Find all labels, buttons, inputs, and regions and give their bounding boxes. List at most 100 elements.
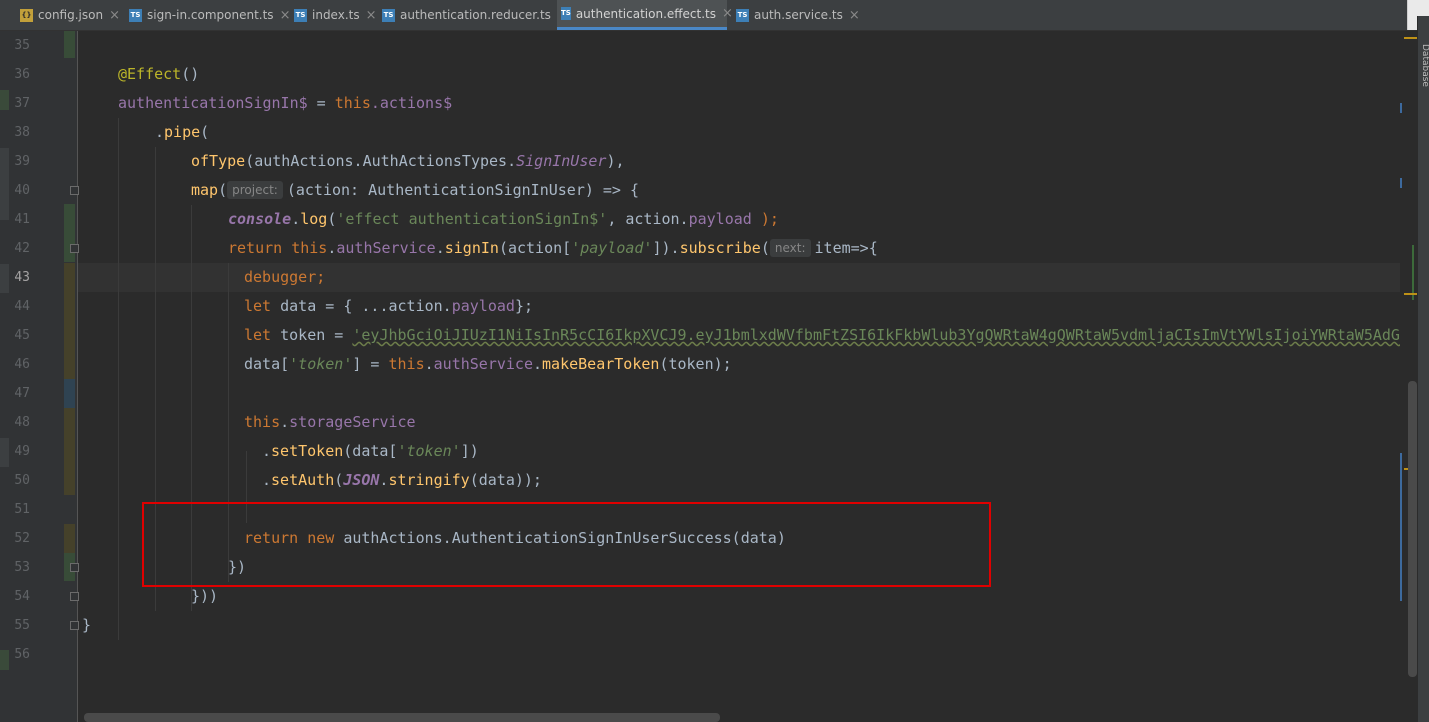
code-token: pipe: [164, 123, 201, 141]
tab-label: sign-in.component.ts: [147, 8, 274, 22]
code-token: (action[: [498, 239, 572, 257]
stripe-marker[interactable]: [1412, 245, 1414, 300]
code-token: this: [291, 239, 328, 257]
parameter-hint: next:: [769, 239, 811, 257]
tab-authentication-effect[interactable]: TS authentication.effect.ts ×: [557, 0, 733, 30]
code-line-39: ofType(authActions.AuthActionsTypes.Sign…: [191, 147, 625, 176]
code-token: subscribe: [679, 239, 761, 257]
stripe-marker[interactable]: [1400, 589, 1402, 601]
line-number: 42: [14, 241, 30, 256]
line-number: 36: [14, 67, 30, 82]
typescript-file-icon: TS: [129, 8, 142, 22]
line-number: 48: [14, 415, 30, 430]
code-token: .: [280, 413, 290, 431]
code-token: map: [191, 181, 219, 199]
code-token: 'payload': [571, 239, 653, 257]
close-icon[interactable]: ×: [849, 8, 860, 23]
code-token: .: [435, 239, 445, 257]
code-line-36: @Effect(): [118, 60, 199, 89]
code-line-49: .setToken(data['token']): [262, 437, 479, 466]
editor-tab-bar: {} config.json × TS sign-in.component.ts…: [0, 0, 1429, 31]
code-token: ]).: [652, 239, 680, 257]
line-number: 50: [14, 473, 30, 488]
code-token: }: [82, 616, 92, 634]
code-token: storageService: [289, 413, 416, 431]
line-number: 47: [14, 386, 30, 401]
code-token: (: [200, 123, 210, 141]
code-token: .: [262, 442, 272, 460]
json-file-icon: {}: [20, 8, 33, 22]
code-line-41: console.log('effect authenticationSignIn…: [228, 205, 779, 234]
code-line-42: return this.authService.signIn(action['p…: [228, 234, 878, 263]
warning-stripe-marker[interactable]: [1404, 37, 1418, 39]
code-token: let: [244, 297, 281, 315]
code-token: (: [218, 181, 228, 199]
code-token: );: [751, 210, 779, 228]
typescript-file-icon: TS: [736, 8, 749, 22]
line-number: 55: [14, 618, 30, 633]
vcs-change-marker: [64, 379, 75, 408]
stripe-marker[interactable]: [1400, 103, 1402, 113]
code-token: setAuth: [271, 471, 335, 489]
close-icon[interactable]: ×: [366, 8, 377, 23]
line-number: 52: [14, 531, 30, 546]
code-token: stringify: [388, 471, 470, 489]
code-token: signIn: [444, 239, 499, 257]
code-token: JSON: [343, 471, 380, 489]
code-token: ),: [606, 152, 625, 170]
stripe-marker[interactable]: [1400, 453, 1402, 593]
code-token: (authActions.AuthActionsTypes.: [245, 152, 517, 170]
code-token: (action: AuthenticationSignInUser) => {: [286, 181, 640, 199]
line-number: 43: [14, 270, 30, 285]
tab-label: authentication.reducer.ts: [400, 8, 551, 22]
parameter-hint: project:: [227, 181, 283, 199]
line-number: 46: [14, 357, 30, 372]
close-icon[interactable]: ×: [280, 8, 291, 23]
database-tool-window-strip[interactable]: Database: [1417, 16, 1429, 722]
code-token: token =: [280, 326, 353, 344]
tab-sign-in-component[interactable]: TS sign-in.component.ts ×: [125, 0, 290, 30]
horizontal-scrollbar[interactable]: [84, 713, 720, 722]
line-number-gutter: 35 36 37 38 39 40 41 42 43 44 45 46 47 4…: [0, 31, 79, 722]
typescript-file-icon: TS: [561, 7, 571, 20]
code-token: .: [155, 123, 165, 141]
code-token: ] =: [352, 355, 389, 373]
code-token: (): [181, 65, 200, 83]
database-tool-label[interactable]: Database: [1418, 44, 1429, 104]
tab-label: config.json: [38, 8, 104, 22]
code-token: , action.: [607, 210, 689, 228]
line-number: 38: [14, 125, 30, 140]
code-token: ofType: [191, 152, 246, 170]
tab-authentication-reducer[interactable]: TS authentication.reducer.ts ×: [378, 0, 568, 30]
tab-auth-service[interactable]: TS auth.service.ts ×: [732, 0, 860, 30]
line-number: 51: [14, 502, 30, 517]
code-token: payload: [688, 210, 752, 228]
tab-config-json[interactable]: {} config.json ×: [16, 0, 120, 30]
code-token: .: [424, 355, 434, 373]
highlight-annotation-box: [142, 502, 991, 587]
typescript-file-icon: TS: [294, 8, 307, 22]
code-token: 'effect authenticationSignIn$': [336, 210, 608, 228]
code-line-55: }: [82, 611, 91, 640]
code-line-43: debugger;: [244, 263, 325, 292]
code-token: ;: [316, 268, 326, 286]
code-token: SignInUser: [516, 152, 607, 170]
tab-index-ts[interactable]: TS index.ts ×: [290, 0, 377, 30]
code-token: (data[: [343, 442, 398, 460]
code-token: makeBearToken: [542, 355, 660, 373]
line-number: 39: [14, 154, 30, 169]
line-number: 56: [14, 647, 30, 662]
code-token: =: [307, 94, 335, 112]
code-token: authService: [336, 239, 436, 257]
code-token: debugger: [244, 268, 317, 286]
code-editor[interactable]: @Effect() authenticationSignIn$ = this.a…: [78, 31, 1400, 722]
warning-stripe-marker[interactable]: [1404, 293, 1418, 295]
stripe-marker[interactable]: [1400, 178, 1402, 188]
close-icon[interactable]: ×: [109, 8, 120, 23]
line-number: 49: [14, 444, 30, 459]
code-token: (data));: [469, 471, 542, 489]
vertical-scrollbar[interactable]: [1408, 381, 1417, 677]
code-token: (token);: [659, 355, 732, 373]
code-token: .: [262, 471, 272, 489]
code-token: log: [300, 210, 328, 228]
